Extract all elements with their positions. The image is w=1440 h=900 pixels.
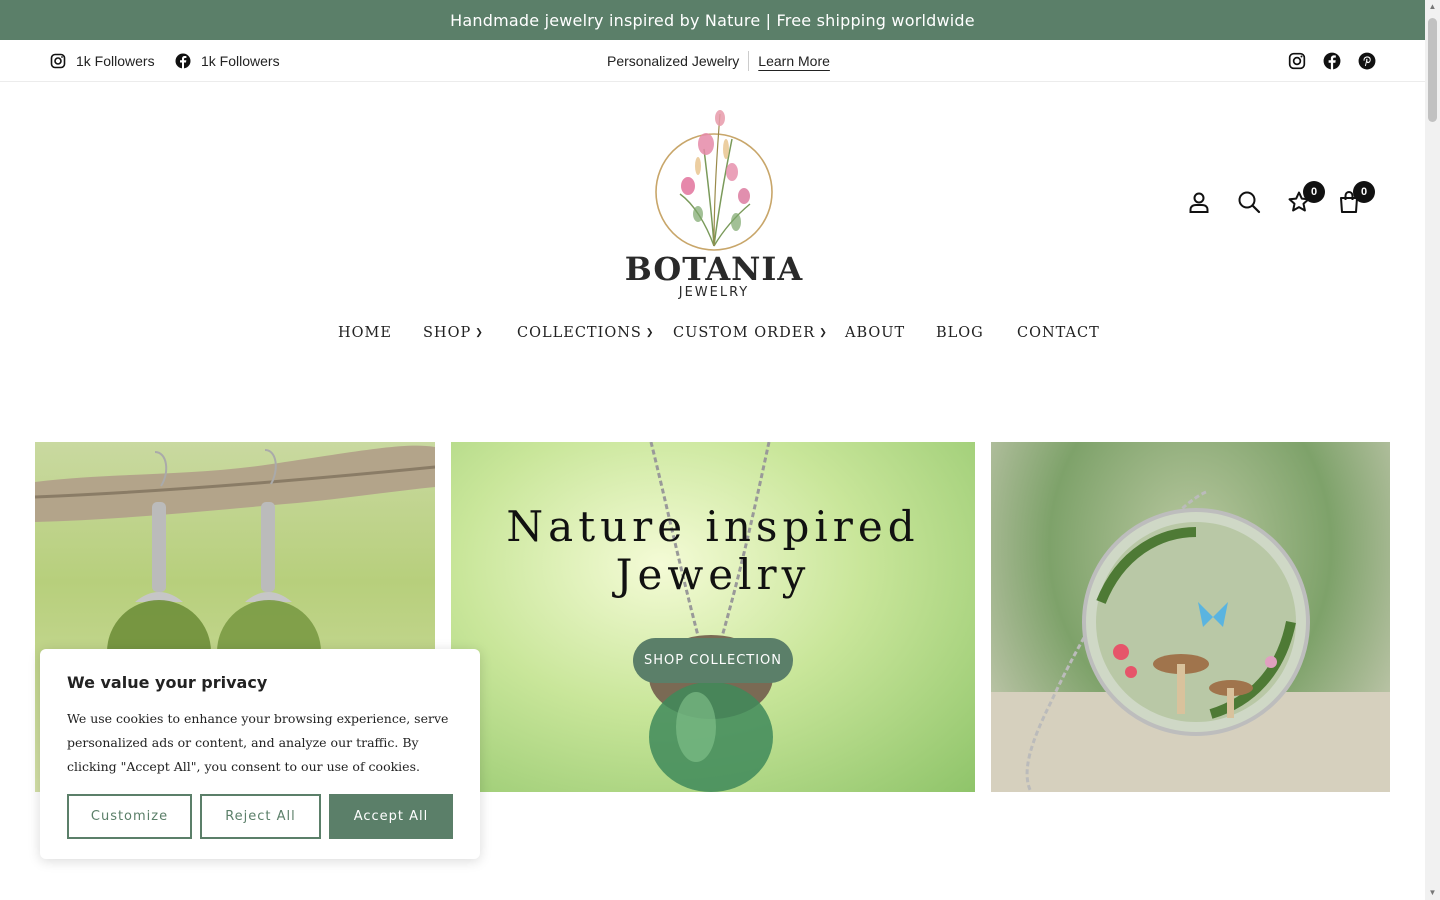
nav-contact-label: CONTACT [1017, 325, 1100, 341]
nav-blog-label: BLOG [936, 325, 984, 341]
nav-custom-order[interactable]: CUSTOM ORDER ❯ [673, 325, 828, 341]
brand-name: BOTANIA [624, 250, 804, 288]
chevron-down-icon: ❯ [819, 328, 828, 338]
facebook-link[interactable] [1323, 52, 1341, 70]
facebook-followers[interactable]: 1k Followers [175, 40, 280, 82]
nav-custom-order-label: CUSTOM ORDER [673, 325, 816, 341]
chevron-down-icon: ❯ [645, 328, 655, 338]
mushroom-pendant-illustration [991, 490, 1390, 792]
facebook-icon [175, 53, 191, 69]
learn-more-link[interactable]: Learn More [758, 53, 830, 69]
hero-title-line2: Jewelry [615, 550, 811, 599]
announcement-text: Handmade jewelry inspired by Nature | Fr… [450, 10, 975, 30]
instagram-followers[interactable]: 1k Followers [50, 40, 155, 82]
reject-all-button[interactable]: Reject All [200, 794, 321, 839]
pinterest-icon [1358, 52, 1376, 70]
nav-about-label: ABOUT [845, 325, 906, 341]
facebook-icon [1323, 52, 1341, 70]
hero-title: Nature inspired Jewelry [451, 503, 975, 599]
facebook-followers-label: 1k Followers [201, 53, 280, 69]
nav-shop-label: SHOP [423, 325, 472, 341]
wishlist-count-badge: 0 [1303, 181, 1325, 203]
scroll-thumb[interactable] [1428, 18, 1437, 122]
shop-collection-button[interactable]: SHOP COLLECTION [633, 638, 793, 683]
instagram-icon [1288, 52, 1306, 70]
nav-collections[interactable]: COLLECTIONS ❯ [517, 325, 654, 341]
user-icon [1189, 192, 1209, 213]
search-button[interactable] [1237, 190, 1261, 214]
scroll-up-arrow-icon[interactable]: ▲ [1428, 2, 1437, 12]
nav-collections-label: COLLECTIONS [517, 325, 642, 341]
account-button[interactable] [1187, 190, 1211, 214]
scroll-down-arrow-icon[interactable]: ▼ [1428, 888, 1437, 898]
cookie-consent-dialog: We value your privacy We use cookies to … [40, 649, 480, 859]
brand-subtitle: JEWELRY [678, 285, 750, 300]
page-scrollbar[interactable]: ▲ ▼ [1425, 0, 1440, 900]
accept-all-button[interactable]: Accept All [329, 794, 453, 839]
nav-home[interactable]: HOME [338, 325, 392, 341]
search-icon [1238, 191, 1261, 214]
mushroom-pendant-image[interactable] [991, 442, 1390, 792]
instagram-link[interactable] [1288, 52, 1306, 70]
nav-shop[interactable]: SHOP ❯ [423, 325, 484, 341]
hero-title-line1: Nature inspired [506, 502, 920, 551]
cookie-title: We value your privacy [67, 673, 268, 692]
top-bar: 1k Followers 1k Followers Personalized J… [0, 40, 1425, 82]
cart-count-badge: 0 [1353, 181, 1375, 203]
pinterest-link[interactable] [1358, 52, 1376, 70]
main-nav: HOME SHOP ❯ COLLECTIONS ❯ CUSTOM ORDER ❯ AB… [0, 325, 1425, 347]
divider [748, 51, 750, 71]
cookie-body: We use cookies to enhance your browsing … [67, 711, 449, 774]
chevron-down-icon: ❯ [475, 328, 484, 338]
nav-about[interactable]: ABOUT [845, 325, 905, 341]
instagram-icon [50, 53, 66, 69]
customize-button[interactable]: Customize [67, 794, 192, 839]
promo-links: Personalized Jewelry Learn More [607, 40, 830, 82]
acorn-necklace-image[interactable] [451, 442, 975, 792]
nav-blog[interactable]: BLOG [936, 325, 984, 341]
instagram-followers-label: 1k Followers [76, 53, 155, 69]
announcement-bar: Handmade jewelry inspired by Nature | Fr… [0, 0, 1425, 40]
nav-contact[interactable]: CONTACT [1017, 325, 1100, 341]
personalized-jewelry-text: Personalized Jewelry [607, 53, 740, 69]
acorn-necklace-illustration [649, 442, 773, 792]
nav-home-label: HOME [338, 325, 392, 341]
